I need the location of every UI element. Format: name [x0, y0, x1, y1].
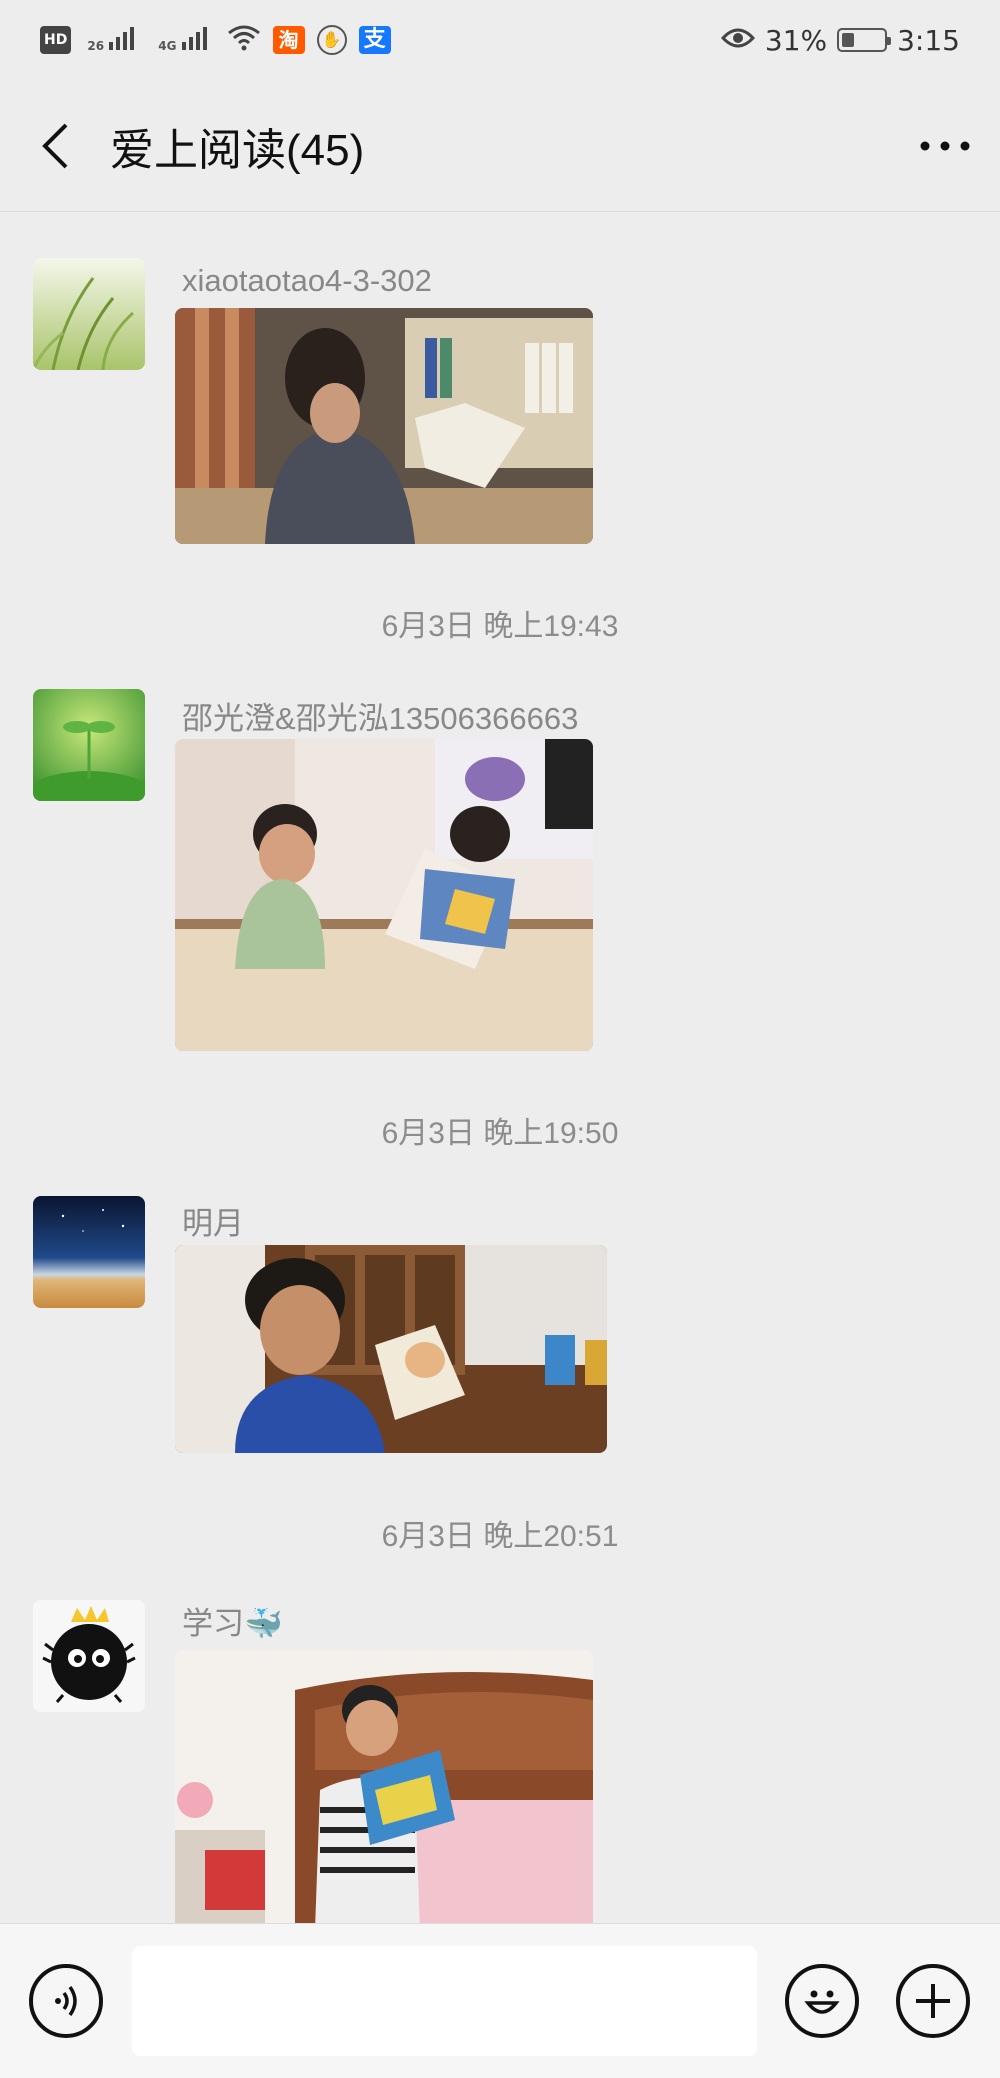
- wifi-icon: [227, 23, 261, 58]
- plus-icon: [916, 1984, 950, 2018]
- voice-button[interactable]: [29, 1964, 103, 2038]
- timestamp: 6月3日 晚上20:51: [381, 1520, 619, 1553]
- avatar[interactable]: [33, 1600, 145, 1712]
- image-message[interactable]: [175, 308, 593, 544]
- input-bar: [0, 1923, 1000, 2078]
- battery-level: [842, 33, 855, 47]
- back-button[interactable]: [0, 80, 110, 212]
- signal-4g-icon: 4G: [154, 26, 214, 54]
- image-message[interactable]: [175, 1245, 607, 1453]
- more-button[interactable]: [890, 80, 1000, 212]
- child-on-bed-photo: [175, 1650, 593, 1923]
- two-boys-reading-photo: [175, 739, 593, 1051]
- sender-name: 邵光澄&邵光泓13506366663: [182, 701, 579, 736]
- status-bar: HD 26 4G 淘 ✋ 支 31% 3:15: [0, 0, 1000, 80]
- battery-icon: [837, 28, 892, 52]
- battery-percent: 31%: [764, 23, 828, 57]
- timestamp: 6月3日 晚上19:43: [381, 610, 619, 643]
- boy-reading-photo: [175, 1245, 607, 1453]
- sender-name: xiaotaotao4-3-302: [182, 263, 432, 298]
- avatar[interactable]: [33, 1196, 145, 1308]
- chat-header: 爱上阅读(45): [0, 80, 1000, 212]
- taobao-icon: 淘: [272, 26, 305, 54]
- night-sky-avatar-image: [33, 1196, 145, 1308]
- hd-icon: HD: [40, 26, 72, 54]
- sender-name: 明月: [182, 1206, 244, 1241]
- chat-title: 爱上阅读(45): [110, 125, 365, 175]
- clock: 3:15: [897, 23, 960, 57]
- chevron-left-icon: [42, 123, 68, 168]
- voice-icon: [55, 1985, 77, 2017]
- alipay-icon: 支: [358, 26, 391, 54]
- plus-button[interactable]: [896, 1964, 970, 2038]
- message-input[interactable]: [132, 1946, 757, 2056]
- emoji-button[interactable]: [785, 1964, 859, 2038]
- sprout-avatar-image: [33, 689, 145, 801]
- more-dots-icon: [920, 141, 970, 150]
- hand-icon: ✋: [316, 25, 347, 55]
- signal-2g-icon: 26: [83, 26, 142, 54]
- girl-reading-photo: [175, 308, 593, 544]
- image-message[interactable]: [175, 1650, 593, 1923]
- avatar[interactable]: [33, 258, 145, 370]
- eye-icon: [720, 24, 755, 57]
- timestamp: 6月3日 晚上19:50: [381, 1117, 619, 1150]
- soot-sprite-avatar-image: [33, 1600, 145, 1712]
- message-list[interactable]: xiaotaotao4-3-302 6月3日 晚上19:43 邵光澄&邵光泓13…: [0, 213, 1000, 1923]
- sender-name: 学习🐳: [182, 1606, 283, 1641]
- grass-avatar-image: [33, 258, 145, 370]
- emoji-icon: [804, 1990, 840, 2014]
- avatar[interactable]: [33, 689, 145, 801]
- image-message[interactable]: [175, 739, 593, 1051]
